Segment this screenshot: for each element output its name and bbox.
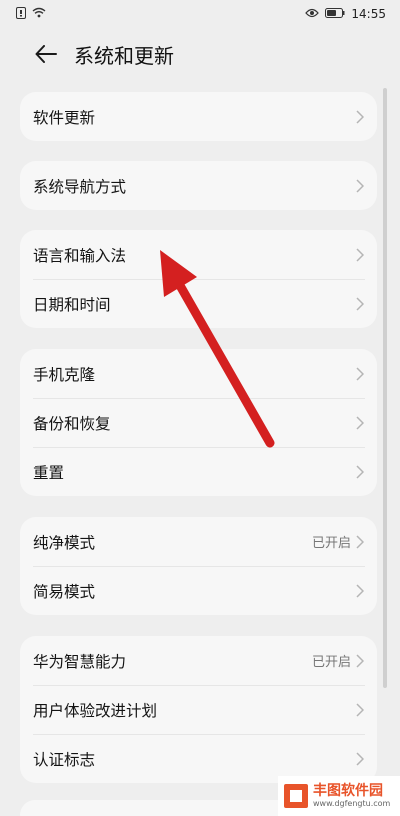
chevron-right-icon (355, 247, 365, 263)
notification-icon (16, 6, 26, 22)
settings-group-about: 华为智慧能力 已开启 用户体验改进计划 认证标志 (20, 636, 377, 783)
item-label: 备份和恢复 (33, 414, 111, 433)
item-label: 认证标志 (33, 750, 96, 769)
watermark-url: www.dgfengtu.com (313, 799, 391, 808)
status-time: 14:55 (351, 7, 386, 21)
chevron-right-icon (355, 109, 365, 125)
language-input-item[interactable]: 语言和输入法 (20, 230, 377, 279)
watermark-name: 丰图软件园 (313, 783, 383, 799)
phone-clone-item[interactable]: 手机克隆 (20, 349, 377, 398)
simple-mode-item[interactable]: 简易模式 (20, 566, 377, 615)
system-navigation-item[interactable]: 系统导航方式 (20, 161, 377, 210)
status-bar: 14:55 (0, 0, 400, 28)
settings-group-modes: 纯净模式 已开启 简易模式 (20, 517, 377, 615)
page-title: 系统和更新 (74, 43, 174, 68)
reset-item[interactable]: 重置 (20, 447, 377, 496)
scrollbar[interactable] (383, 88, 387, 688)
back-arrow-icon (35, 45, 57, 63)
battery-icon (325, 7, 345, 21)
watermark-icon (284, 784, 308, 808)
huawei-smart-status: 已开启 (311, 655, 351, 670)
pure-mode-item[interactable]: 纯净模式 已开启 (20, 517, 377, 566)
chevron-right-icon (355, 366, 365, 382)
item-label: 简易模式 (33, 582, 96, 601)
software-update-item[interactable]: 软件更新 (20, 92, 377, 141)
back-button[interactable] (30, 38, 62, 70)
page-header: 系统和更新 (0, 30, 400, 78)
wifi-icon (32, 7, 46, 21)
item-label: 手机克隆 (33, 365, 96, 384)
backup-restore-item[interactable]: 备份和恢复 (20, 398, 377, 447)
chevron-right-icon (355, 178, 365, 194)
item-label: 系统导航方式 (33, 177, 127, 196)
huawei-smart-item[interactable]: 华为智慧能力 已开启 (20, 636, 377, 685)
chevron-right-icon (355, 534, 365, 550)
eye-icon (305, 7, 320, 21)
pure-mode-status: 已开启 (311, 536, 351, 551)
item-label: 语言和输入法 (33, 246, 127, 265)
settings-group-language-time: 语言和输入法 日期和时间 (20, 230, 377, 328)
item-label: 日期和时间 (33, 295, 111, 314)
item-label: 华为智慧能力 (33, 652, 127, 671)
chevron-right-icon (355, 464, 365, 480)
user-experience-item[interactable]: 用户体验改进计划 (20, 685, 377, 734)
item-label: 用户体验改进计划 (33, 701, 158, 720)
chevron-right-icon (355, 702, 365, 718)
watermark-logo: 丰图软件园 www.dgfengtu.com (278, 776, 400, 816)
item-label: 软件更新 (33, 108, 96, 127)
chevron-right-icon (355, 415, 365, 431)
date-time-item[interactable]: 日期和时间 (20, 279, 377, 328)
settings-group-backup: 手机克隆 备份和恢复 重置 (20, 349, 377, 496)
item-label: 纯净模式 (33, 533, 96, 552)
chevron-right-icon (355, 751, 365, 767)
chevron-right-icon (355, 583, 365, 599)
settings-group-navigation: 系统导航方式 (20, 161, 377, 210)
chevron-right-icon (355, 653, 365, 669)
chevron-right-icon (355, 296, 365, 312)
item-label: 重置 (33, 463, 65, 482)
settings-group-update: 软件更新 (20, 92, 377, 141)
